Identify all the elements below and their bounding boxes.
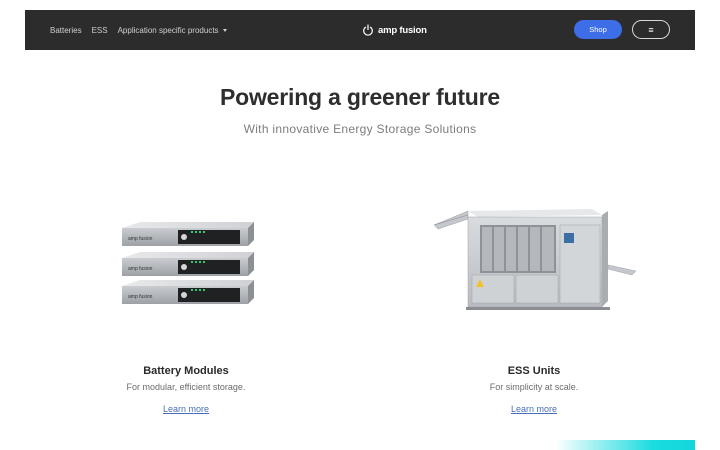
battery-module-1: amp fusion xyxy=(122,222,254,246)
menu-button[interactable]: ≡ xyxy=(632,20,670,39)
product-description: For modular, efficient storage. xyxy=(126,382,246,392)
shop-button[interactable]: Shop xyxy=(574,20,622,39)
page-subtitle: With innovative Energy Storage Solutions xyxy=(243,122,477,136)
learn-more-link[interactable]: Learn more xyxy=(163,404,209,414)
product-description: For simplicity at scale. xyxy=(489,382,579,392)
battery-stack-illustration: amp fusion amp fusion amp fusion xyxy=(122,222,254,304)
nav-link-label: ESS xyxy=(91,25,108,35)
module-label: amp fusion xyxy=(128,294,153,300)
accent-gradient-bar xyxy=(555,440,695,450)
hamburger-icon: ≡ xyxy=(648,24,654,35)
nav-link-batteries[interactable]: Batteries xyxy=(50,26,82,35)
product-title: Battery Modules xyxy=(143,365,229,377)
ess-units-image[interactable] xyxy=(432,205,637,315)
nav-link-label: Application specific products xyxy=(117,25,219,35)
nav-link-label: Batteries xyxy=(50,25,82,35)
primary-nav: Batteries ESS Application specific produ… xyxy=(50,10,227,50)
battery-module-3: amp fusion xyxy=(122,280,254,304)
brand-logo[interactable]: amp fusion xyxy=(362,10,427,50)
nav-dropdown-application-products[interactable]: Application specific products xyxy=(118,26,227,35)
nav-link-ess[interactable]: ESS xyxy=(92,26,108,35)
learn-more-link[interactable]: Learn more xyxy=(511,404,557,414)
battery-module-2: amp fusion xyxy=(122,252,254,276)
product-title: ESS Units xyxy=(507,365,561,377)
product-card-battery-modules: Battery Modules For modular, efficient s… xyxy=(86,365,286,417)
module-label: amp fusion xyxy=(128,236,153,242)
page-title: Powering a greener future xyxy=(219,84,500,110)
product-card-ess-units: ESS Units For simplicity at scale. Learn… xyxy=(434,365,634,417)
battery-modules-image[interactable]: amp fusion amp fusion amp fusion xyxy=(118,218,258,310)
top-navbar: Batteries ESS Application specific produ… xyxy=(25,10,695,50)
chevron-down-icon xyxy=(222,29,227,32)
power-icon xyxy=(363,24,373,36)
module-label: amp fusion xyxy=(128,266,153,272)
ess-container-illustration xyxy=(433,209,637,310)
brand-name: amp fusion xyxy=(378,24,427,36)
